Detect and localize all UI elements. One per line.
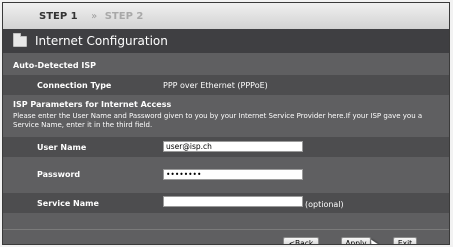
- isp-parameters-description: Please enter the User Name and Password …: [13, 112, 423, 129]
- password-label: Password: [37, 170, 81, 179]
- wizard-step-bar: STEP 1 » STEP 2: [3, 3, 449, 30]
- router-config-window: STEP 1 » STEP 2 Internet Configuration A…: [2, 2, 450, 245]
- service-name-optional-note: (optional): [305, 200, 344, 209]
- password-input[interactable]: ••••••••: [163, 169, 303, 180]
- username-label: User Name: [37, 143, 87, 152]
- page-header: Internet Configuration: [3, 29, 449, 53]
- connection-type-row: Connection Type PPP over Ethernet (PPPoE…: [3, 75, 449, 95]
- folder-icon: [13, 33, 27, 47]
- username-input[interactable]: user@isp.ch: [163, 141, 303, 152]
- chevron-right-icon: »: [91, 11, 98, 22]
- isp-parameters-heading: ISP Parameters for Internet Access: [13, 100, 172, 109]
- exit-button[interactable]: Exit: [393, 237, 417, 244]
- password-row: Password ••••••••: [3, 164, 449, 184]
- back-button[interactable]: <Back: [283, 237, 319, 244]
- service-name-label: Service Name: [37, 199, 99, 208]
- footer-divider: [3, 229, 449, 230]
- step-2: STEP 2: [104, 11, 144, 22]
- service-name-input[interactable]: [163, 196, 303, 207]
- connection-type-label: Connection Type: [37, 81, 112, 90]
- page-title: Internet Configuration: [35, 34, 168, 48]
- username-row: User Name user@isp.ch: [3, 137, 449, 157]
- step-1: STEP 1: [39, 11, 78, 22]
- wizard-steps: STEP 1 » STEP 2: [39, 11, 143, 22]
- service-name-row: Service Name: [3, 193, 449, 213]
- auto-detected-heading: Auto-Detected ISP: [13, 61, 96, 70]
- connection-type-value: PPP over Ethernet (PPPoE): [163, 81, 268, 90]
